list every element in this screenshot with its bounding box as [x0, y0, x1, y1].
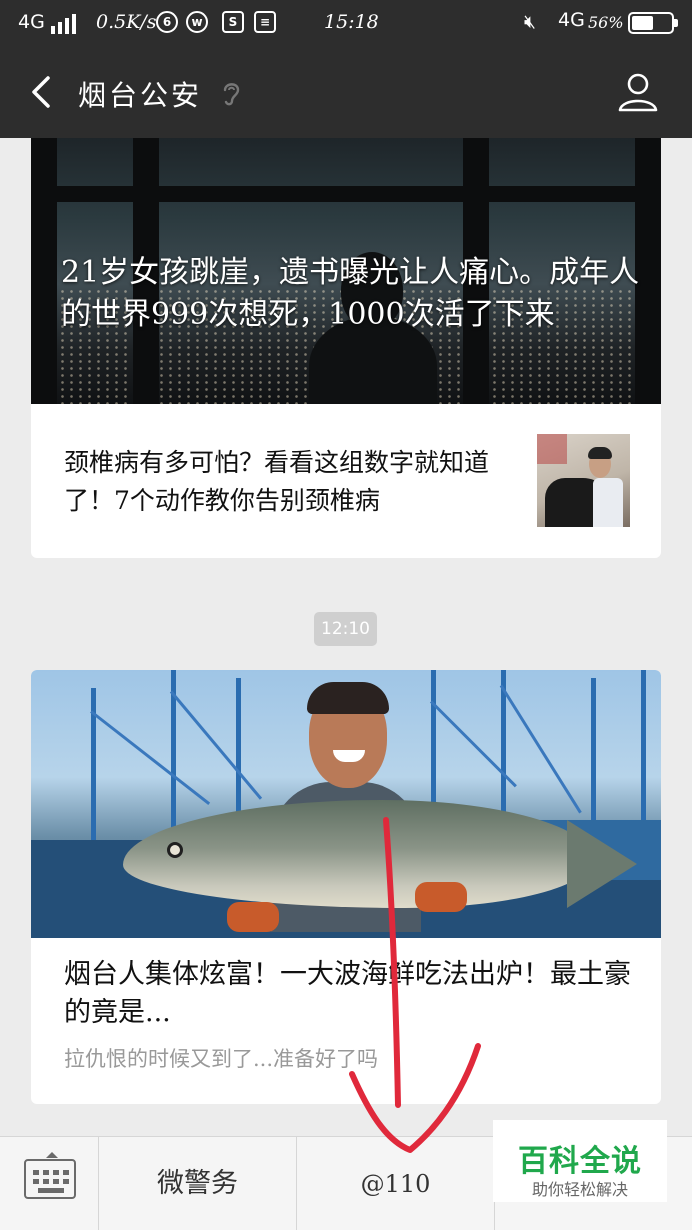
s-app-icon: S: [222, 11, 244, 33]
article-thumbnail[interactable]: [537, 434, 630, 527]
watermark-logo: 百科全说 助你轻松解决: [493, 1120, 667, 1202]
status-bar: 4G 0.5K/s 6 w S ≡ 15:18 🔇︎ 4G 56%: [0, 0, 692, 46]
article-title[interactable]: 颈椎病有多可怕？看看这组数字就知道了！7个动作教你告别颈椎病: [64, 444, 514, 520]
signal-icon: [51, 14, 81, 34]
watermark-title: 百科全说: [518, 1144, 642, 1179]
network-label: 4G: [18, 11, 45, 33]
article-card[interactable]: 烟台人集体炫富！一大波海鲜吃法出炉！最土豪的竟是... 拉仇恨的时候又到了...…: [31, 670, 661, 1104]
article-card[interactable]: 21岁女孩跳崖，遗书曝光让人痛心。成年人的世界999次想死，1000次活了下来 …: [31, 138, 661, 558]
network-label-right: 4G: [558, 9, 585, 31]
article-title[interactable]: 烟台人集体炫富！一大波海鲜吃法出炉！最土豪的竟是...: [64, 956, 644, 1032]
battery-percent: 56%: [588, 13, 624, 32]
list-item[interactable]: 颈椎病有多可怕？看看这组数字就知道了！7个动作教你告别颈椎病: [31, 404, 661, 558]
cover-image[interactable]: 21岁女孩跳崖，遗书曝光让人痛心。成年人的世界999次想死，1000次活了下来: [31, 138, 661, 404]
clock: 15:18: [324, 11, 379, 33]
menu-item-110[interactable]: @110: [297, 1137, 495, 1230]
bank-app-icon: ≡: [254, 11, 276, 33]
chevron-left-icon[interactable]: [26, 74, 62, 110]
menu-item-wei-jing-wu[interactable]: 微警务: [99, 1137, 297, 1230]
keyboard-toggle-button[interactable]: [0, 1137, 99, 1230]
watermark-subtitle: 助你轻松解决: [531, 1180, 628, 1199]
ear-icon: [223, 83, 240, 106]
net-speed: 0.5K/s: [96, 11, 157, 33]
page-title: 烟台公安: [78, 79, 203, 112]
article-description: 拉仇恨的时候又到了...准备好了吗: [64, 1047, 379, 1071]
mute-icon: 🔇︎: [524, 11, 536, 33]
keyboard-icon: [24, 1159, 76, 1199]
title-bar: 烟台公安: [0, 46, 692, 138]
message-timestamp: 12:10: [314, 612, 377, 646]
app-notification-icon: 6: [156, 11, 178, 33]
cover-image[interactable]: [31, 670, 661, 938]
battery-icon: [628, 12, 678, 34]
caret-up-icon: [46, 1152, 58, 1158]
weibo-icon: w: [186, 11, 208, 33]
person-icon[interactable]: [616, 70, 660, 114]
cover-article-title[interactable]: 21岁女孩跳崖，遗书曝光让人痛心。成年人的世界999次想死，1000次活了下来: [61, 252, 641, 336]
